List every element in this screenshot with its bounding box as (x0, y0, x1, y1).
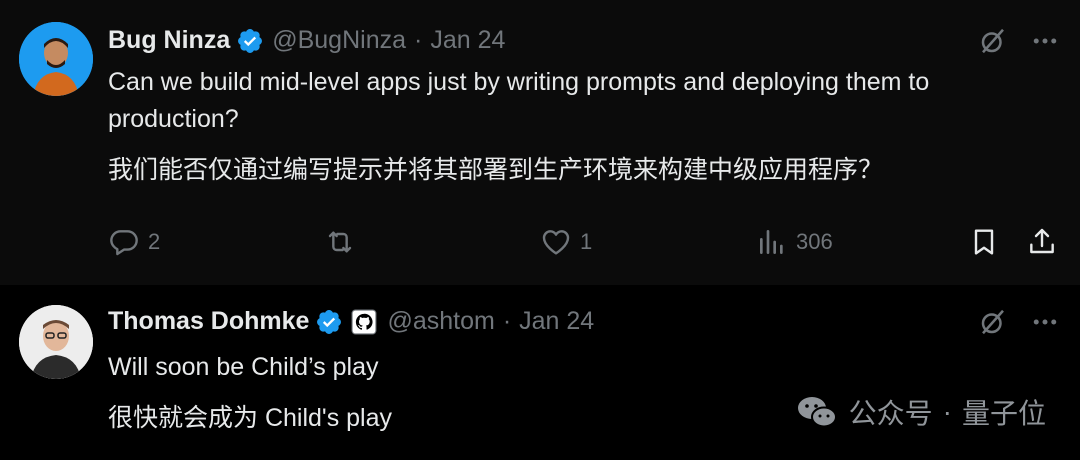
author-name[interactable]: Bug Ninza (108, 26, 230, 55)
share-icon (1030, 228, 1054, 254)
author-handle[interactable]: @BugNinza (272, 26, 406, 55)
grok-icon[interactable] (978, 26, 1008, 56)
repost-icon (328, 231, 352, 253)
repost-button[interactable] (324, 226, 364, 258)
tweet-text-zh: 我们能否仅通过编写提示并将其部署到生产环境来构建中级应用程序？ (108, 156, 884, 184)
avatar[interactable] (19, 22, 93, 96)
tweet-actions: 2 1 306 (108, 226, 1060, 262)
like-button[interactable]: 1 (540, 226, 592, 258)
avatar[interactable] (19, 305, 93, 379)
tweet-text-en: Will soon be Child’s play (108, 353, 379, 381)
author-handle[interactable]: @ashtom (387, 307, 494, 336)
views-count: 306 (796, 229, 833, 254)
reply-count: 2 (148, 229, 161, 254)
avatar-image (19, 22, 93, 96)
tweet-thomas-dohmke[interactable]: Thomas Dohmke @ashtom · Jan 24 Will soon… (0, 285, 1080, 460)
wechat-icon (797, 397, 837, 428)
watermark-dot: · (942, 396, 952, 427)
watermark-channel: 公众号 (848, 398, 933, 429)
watermark-name: 量子位 (961, 398, 1046, 429)
tweet-text-zh: 很快就会成为 Child's play (108, 404, 392, 432)
tweet-top-icons (978, 26, 1060, 56)
bookmark-button[interactable] (968, 226, 1008, 258)
verified-badge-icon[interactable] (315, 308, 343, 336)
views-icon (760, 230, 783, 254)
views-button[interactable]: 306 (756, 226, 833, 258)
tweet-header: Bug Ninza @BugNinza · Jan 24 (108, 26, 505, 55)
grok-icon[interactable] (978, 307, 1008, 337)
github-affiliate-icon[interactable] (351, 309, 377, 335)
more-options-icon[interactable] (1030, 26, 1060, 56)
tweet-bug-ninza[interactable]: Bug Ninza @BugNinza · Jan 24 Can we buil… (0, 0, 1080, 285)
author-name[interactable]: Thomas Dohmke (108, 307, 309, 336)
tweet-header: Thomas Dohmke @ashtom · Jan 24 (108, 307, 594, 336)
like-count: 1 (580, 229, 593, 254)
reply-button[interactable]: 2 (108, 226, 160, 258)
more-options-icon[interactable] (1030, 307, 1060, 337)
tweet-date[interactable]: Jan 24 (430, 26, 505, 55)
share-button[interactable] (1026, 226, 1066, 258)
tweet-top-icons (978, 307, 1060, 337)
wechat-watermark: 公众号 · 量子位 (795, 390, 1046, 434)
separator-dot: · (502, 307, 512, 335)
tweet-text-en: Can we build mid-level apps just by writ… (108, 68, 930, 133)
avatar-image (19, 305, 93, 379)
heart-icon (542, 230, 570, 255)
separator-dot: · (414, 26, 423, 54)
tweet-date[interactable]: Jan 24 (519, 307, 594, 336)
bookmark-icon (974, 229, 994, 255)
reply-icon (110, 230, 138, 256)
verified-badge-icon[interactable] (236, 27, 264, 55)
